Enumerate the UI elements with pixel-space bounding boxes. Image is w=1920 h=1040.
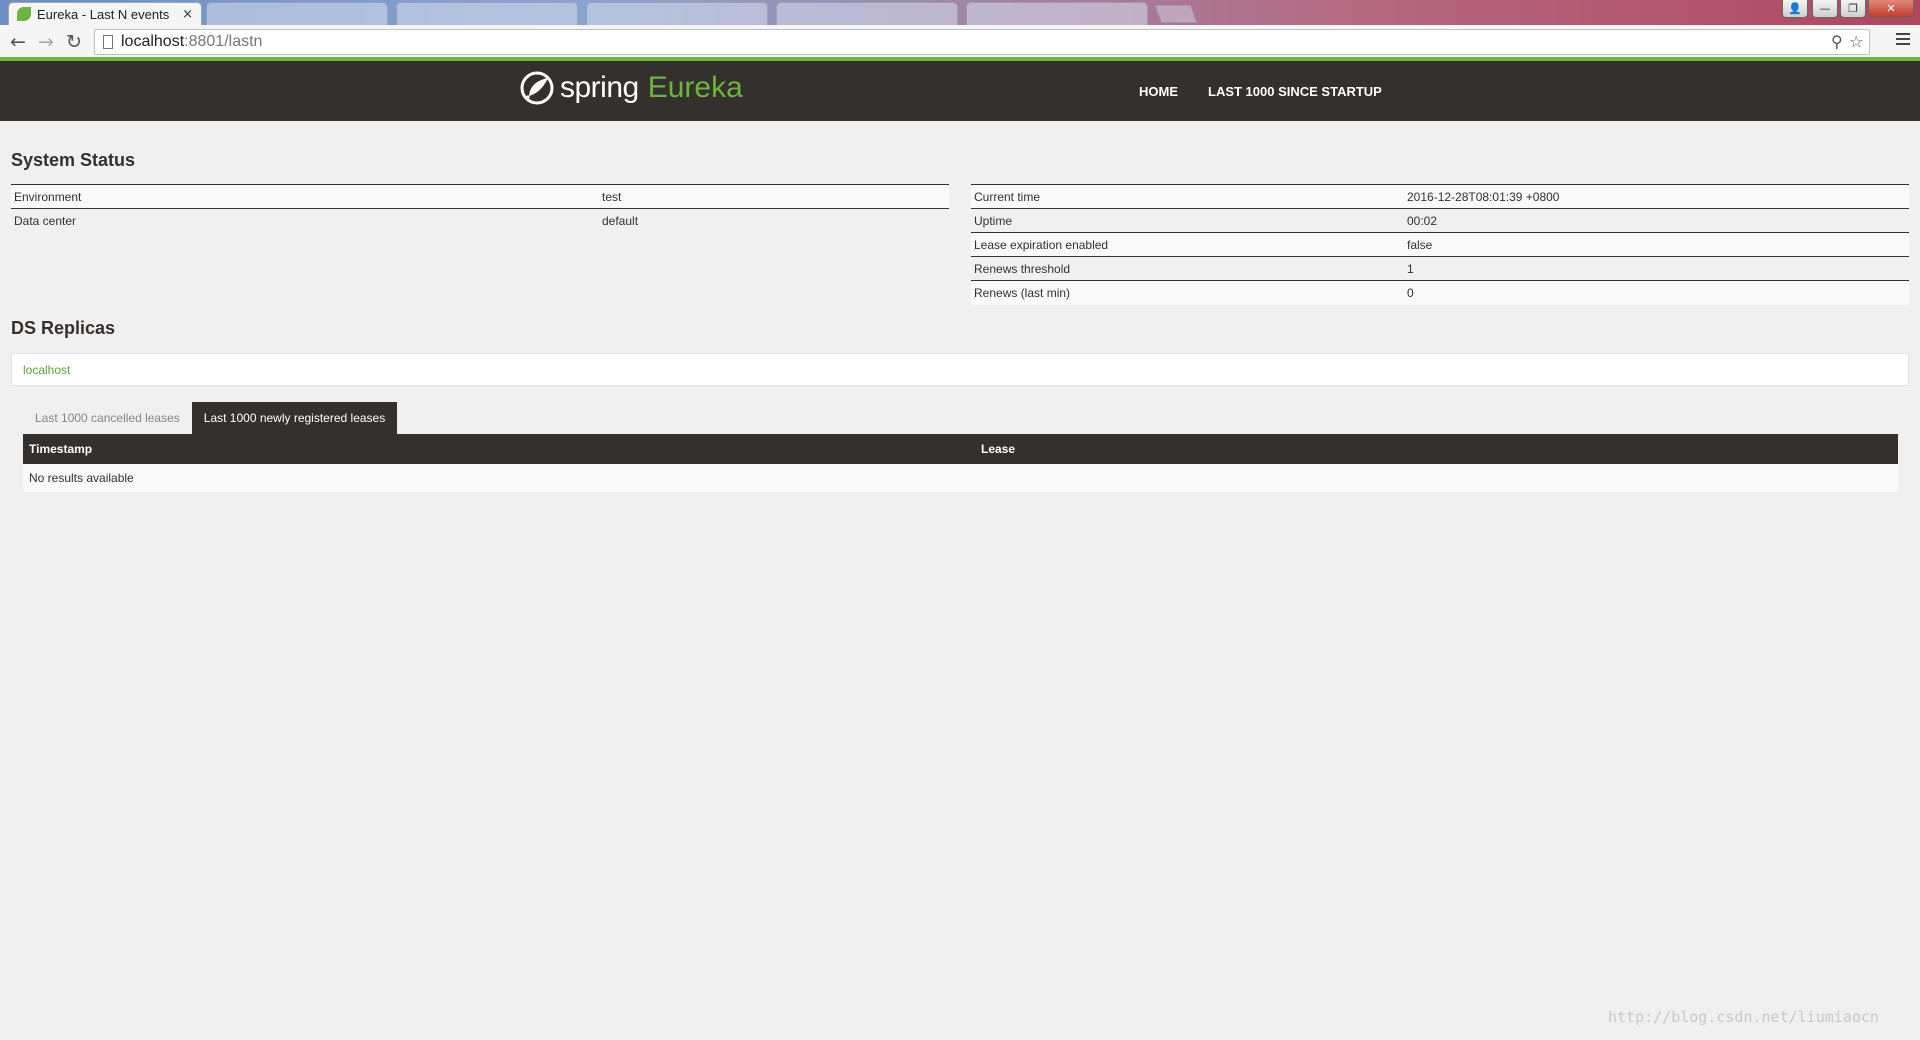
status-label: Current time	[971, 184, 1404, 209]
table-row: Current time 2016-12-28T08:01:39 +0800	[971, 184, 1909, 209]
new-tab-button[interactable]	[1154, 5, 1198, 23]
minimize-button[interactable]: —	[1812, 0, 1838, 18]
logo-spring-text: spring	[560, 71, 639, 104]
status-value: test	[599, 184, 949, 209]
logo-eureka-text: Eureka	[647, 71, 743, 104]
browser-tab-background[interactable]	[396, 2, 578, 25]
status-value: default	[599, 208, 949, 233]
browser-tab-active[interactable]: Eureka - Last N events ×	[8, 2, 202, 25]
tab-registered-leases[interactable]: Last 1000 newly registered leases	[191, 402, 398, 434]
browser-tab-background[interactable]	[206, 2, 388, 25]
browser-tab-title: Eureka - Last N events	[37, 6, 170, 22]
table-row: Uptime 00:02	[971, 208, 1909, 233]
status-value: false	[1404, 232, 1909, 257]
close-window-button[interactable]: ✕	[1868, 0, 1914, 18]
status-label: Lease expiration enabled	[971, 232, 1404, 257]
page-icon	[103, 35, 113, 49]
column-header-lease[interactable]: Lease	[975, 434, 1898, 464]
table-row: Lease expiration enabled false	[971, 232, 1909, 257]
table-row: Renews (last min) 0	[971, 280, 1909, 305]
browser-tab-strip: Eureka - Last N events × 👤 — ❐ ✕	[0, 0, 1920, 25]
status-value: 0	[1404, 280, 1909, 305]
close-tab-icon[interactable]: ×	[182, 7, 193, 22]
search-icon[interactable]: ⚲	[1831, 32, 1843, 51]
table-row: Data center default	[11, 208, 949, 233]
url-text[interactable]: localhost:8801/lastn	[121, 33, 262, 51]
table-row: Renews threshold 1	[971, 256, 1909, 281]
spring-leaf-icon	[17, 7, 31, 21]
status-label: Renews threshold	[971, 256, 1404, 281]
browser-toolbar: ← → ↻ localhost:8801/lastn ⚲ ☆	[0, 25, 1920, 61]
lease-tabs: Last 1000 cancelled leases Last 1000 new…	[23, 402, 398, 434]
system-status-right-table: Current time 2016-12-28T08:01:39 +0800 U…	[971, 184, 1909, 305]
system-status-left-table: Environment test Data center default	[11, 184, 949, 233]
column-header-timestamp[interactable]: Timestamp	[23, 434, 975, 464]
table-header-row: Timestamp Lease	[23, 434, 1898, 464]
status-label: Renews (last min)	[971, 280, 1404, 305]
bookmark-star-icon[interactable]: ☆	[1849, 32, 1863, 51]
table-row: Environment test	[11, 184, 949, 209]
status-value: 1	[1404, 256, 1909, 281]
spring-logo-icon	[520, 71, 554, 105]
back-button[interactable]: ←	[6, 31, 30, 53]
status-value: 2016-12-28T08:01:39 +0800	[1404, 184, 1909, 209]
spring-eureka-logo[interactable]: spring Eureka	[520, 71, 743, 105]
browser-menu-icon[interactable]	[1896, 33, 1910, 48]
system-status-title: System Status	[11, 150, 136, 170]
eureka-navbar: spring Eureka HOME LAST 1000 SINCE START…	[0, 61, 1920, 121]
status-label: Environment	[11, 184, 599, 209]
replica-link-localhost[interactable]: localhost	[23, 363, 70, 377]
reload-button[interactable]: ↻	[62, 31, 86, 53]
empty-results-message: No results available	[23, 464, 1898, 492]
browser-tab-background[interactable]	[966, 2, 1148, 25]
nav-last-1000-link[interactable]: LAST 1000 SINCE STARTUP	[1208, 84, 1382, 99]
restore-button[interactable]: ❐	[1840, 0, 1866, 18]
account-icon[interactable]: 👤	[1782, 0, 1808, 18]
nav-home-link[interactable]: HOME	[1139, 84, 1178, 99]
ds-replicas-list: localhost	[11, 353, 1909, 386]
address-bar[interactable]: localhost:8801/lastn ⚲ ☆	[94, 29, 1870, 55]
status-label: Data center	[11, 208, 599, 233]
leases-table: Timestamp Lease No results available	[23, 434, 1898, 492]
forward-button[interactable]: →	[34, 31, 58, 53]
browser-tab-background[interactable]	[776, 2, 958, 25]
table-row: No results available	[23, 464, 1898, 492]
status-label: Uptime	[971, 208, 1404, 233]
tab-cancelled-leases[interactable]: Last 1000 cancelled leases	[23, 402, 192, 434]
watermark: http://blog.csdn.net/liumiaocn	[1608, 1008, 1879, 1026]
browser-tab-background[interactable]	[586, 2, 768, 25]
status-value: 00:02	[1404, 208, 1909, 233]
ds-replicas-title: DS Replicas	[11, 318, 116, 338]
